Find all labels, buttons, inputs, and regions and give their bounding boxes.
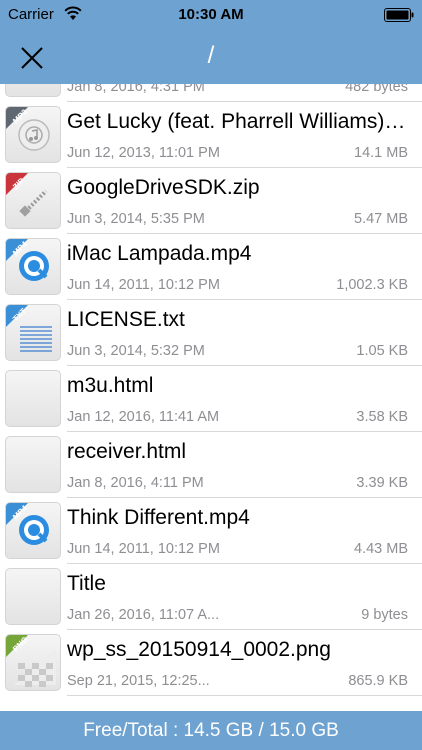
file-size: 14.1 MB (354, 145, 408, 161)
file-name: receiver.html (67, 440, 187, 463)
file-date: Jun 3, 2014, 5:32 PM (67, 343, 205, 359)
storage-footer: Free/Total : 14.5 GB / 15.0 GB (0, 711, 422, 750)
image-checker-icon: PNG (5, 634, 61, 691)
file-date: Jan 26, 2016, 11:07 A... (67, 607, 220, 623)
quicktime-icon: MP4 (5, 238, 61, 295)
file-row[interactable]: MP4 Think Different.mp4 Jun 14, 2011, 10:1… (0, 498, 422, 564)
file-size: 865.9 KB (348, 673, 408, 689)
file-row[interactable]: PNG wp_ss_20150914_0002.png Sep 21, 2015, … (0, 630, 422, 696)
file-row[interactable]: MP4 iMac Lampada.mp4 Jun 14, 2011, 10:12 P… (0, 234, 422, 300)
blank-file-icon (5, 84, 61, 97)
file-size: 3.58 KB (356, 409, 408, 425)
battery-icon (384, 8, 414, 22)
file-date: Jun 14, 2011, 10:12 PM (67, 277, 220, 293)
file-row[interactable]: ZIP GoogleDriveSDK.zip Jun 3, 2014, 5:35 P… (0, 168, 422, 234)
file-row[interactable]: m3u.html Jan 12, 2016, 11:41 AM 3.58 KB (0, 366, 422, 432)
file-row[interactable]: MP3 Get Lucky (feat. Pharrell Williams).m… (0, 102, 422, 168)
file-date: Jun 14, 2011, 10:12 PM (67, 541, 220, 557)
file-row[interactable]: Title Jan 26, 2016, 11:07 A... 9 bytes (0, 564, 422, 630)
file-size: 1,002.3 KB (336, 277, 408, 293)
zipper-icon: ZIP (5, 172, 61, 229)
file-name: wp_ss_20150914_0002.png (67, 638, 331, 661)
file-name: m3u.html (67, 374, 154, 397)
status-bar: Carrier 10:30 AM (0, 0, 422, 30)
file-name: Title (67, 572, 106, 595)
music-disc-icon: MP3 (5, 106, 61, 163)
file-name: iMac Lampada.mp4 (67, 242, 252, 265)
file-size: 1.05 KB (356, 343, 408, 359)
file-size: 482 bytes (345, 84, 408, 95)
file-date: Jun 3, 2014, 5:35 PM (67, 211, 205, 227)
file-size: 5.47 MB (354, 211, 408, 227)
text-lines-icon: TXT (5, 304, 61, 361)
blank-file-icon (5, 568, 61, 625)
file-date: Jan 12, 2016, 11:41 AM (67, 409, 220, 425)
file-date: Jun 12, 2013, 11:01 PM (67, 145, 220, 161)
quicktime-icon: MP4 (5, 502, 61, 559)
file-date: Jan 8, 2016, 4:31 PM (67, 84, 205, 95)
file-size: 3.39 KB (356, 475, 408, 491)
navigation-bar: / (0, 30, 422, 84)
file-list: Jan 8, 2016, 4:31 PM 482 bytes MP3 Get Luck… (0, 84, 422, 711)
file-row[interactable]: Jan 8, 2016, 4:31 PM 482 bytes (0, 84, 422, 102)
file-name: LICENSE.txt (67, 308, 185, 331)
file-name: Think Different.mp4 (67, 506, 250, 529)
file-date: Sep 21, 2015, 12:25... (67, 673, 210, 689)
file-size: 9 bytes (361, 607, 408, 623)
file-date: Jan 8, 2016, 4:11 PM (67, 475, 204, 491)
file-name: Get Lucky (feat. Pharrell Williams).mp3 (67, 110, 407, 133)
file-name: GoogleDriveSDK.zip (67, 176, 260, 199)
status-time: 10:30 AM (178, 6, 244, 23)
blank-file-icon (5, 370, 61, 427)
file-row[interactable]: receiver.html Jan 8, 2016, 4:11 PM 3.39 KB (0, 432, 422, 498)
row-divider (67, 695, 422, 696)
page-title: / (207, 42, 215, 69)
file-row[interactable]: TXT LICENSE.txt Jun 3, 2014, 5:32 PM 1.05 K… (0, 300, 422, 366)
file-size: 4.43 MB (354, 541, 408, 557)
blank-file-icon (5, 436, 61, 493)
